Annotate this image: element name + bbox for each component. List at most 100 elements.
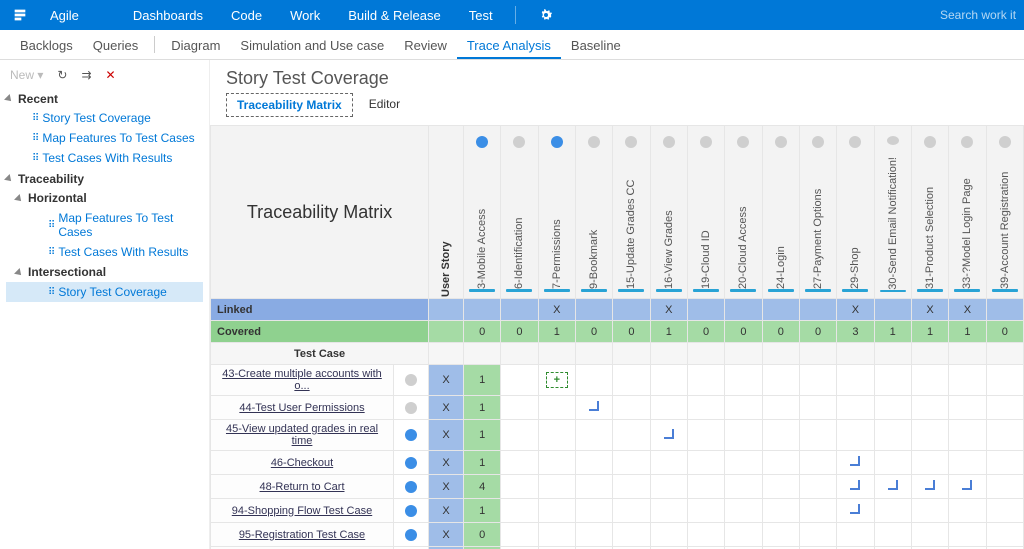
matrix-cell[interactable] bbox=[501, 523, 538, 547]
matrix-cell[interactable] bbox=[874, 396, 911, 420]
matrix-cell[interactable] bbox=[874, 499, 911, 523]
nav-build-release[interactable]: Build & Release bbox=[334, 0, 455, 30]
column-header[interactable]: 7-Permissions bbox=[538, 126, 575, 299]
matrix-cell[interactable] bbox=[986, 499, 1023, 523]
matrix-cell[interactable] bbox=[911, 475, 948, 499]
column-header[interactable]: 6-Identification bbox=[501, 126, 538, 299]
matrix-cell[interactable] bbox=[799, 523, 836, 547]
matrix-cell[interactable] bbox=[650, 396, 687, 420]
tree-item[interactable]: ⠿Test Cases With Results bbox=[6, 242, 203, 262]
matrix-cell[interactable]: + bbox=[538, 365, 575, 396]
matrix-cell[interactable] bbox=[538, 420, 575, 451]
matrix-cell[interactable] bbox=[725, 420, 762, 451]
matrix-cell[interactable] bbox=[762, 475, 799, 499]
matrix-cell[interactable] bbox=[687, 365, 724, 396]
matrix-cell[interactable] bbox=[799, 396, 836, 420]
matrix-cell[interactable] bbox=[725, 475, 762, 499]
matrix-cell[interactable] bbox=[874, 451, 911, 475]
column-header[interactable]: 39-Account Registration bbox=[986, 126, 1023, 299]
nav-work[interactable]: Work bbox=[276, 0, 334, 30]
nav-test[interactable]: Test bbox=[455, 0, 507, 30]
matrix-cell[interactable] bbox=[837, 499, 874, 523]
matrix-cell[interactable] bbox=[799, 451, 836, 475]
column-header[interactable]: 19-Cloud ID bbox=[687, 126, 724, 299]
stream-icon[interactable]: ⇉ bbox=[81, 68, 91, 82]
matrix-cell[interactable] bbox=[762, 396, 799, 420]
search-box[interactable] bbox=[938, 0, 1024, 30]
matrix-cell[interactable] bbox=[687, 420, 724, 451]
nav-code[interactable]: Code bbox=[217, 0, 276, 30]
matrix-cell[interactable] bbox=[575, 396, 612, 420]
matrix-cell[interactable] bbox=[911, 396, 948, 420]
matrix-cell[interactable] bbox=[501, 365, 538, 396]
matrix-cell[interactable] bbox=[911, 420, 948, 451]
matrix-cell[interactable] bbox=[874, 420, 911, 451]
matrix-cell[interactable] bbox=[650, 451, 687, 475]
matrix-cell[interactable] bbox=[986, 396, 1023, 420]
matrix-cell[interactable] bbox=[501, 396, 538, 420]
tree-item[interactable]: ⠿Test Cases With Results bbox=[6, 148, 203, 168]
hub-name[interactable]: Agile bbox=[40, 0, 119, 30]
tree-item[interactable]: ⠿Map Features To Test Cases bbox=[6, 208, 203, 242]
matrix-cell[interactable] bbox=[837, 451, 874, 475]
matrix-cell[interactable] bbox=[986, 475, 1023, 499]
matrix-cell[interactable] bbox=[837, 396, 874, 420]
matrix-cell[interactable] bbox=[762, 451, 799, 475]
test-case-row-label[interactable]: 43-Create multiple accounts with o... bbox=[211, 365, 394, 396]
matrix-cell[interactable] bbox=[949, 451, 986, 475]
column-header[interactable]: 16-View Grades bbox=[650, 126, 687, 299]
column-header[interactable]: 24-Login bbox=[762, 126, 799, 299]
matrix-cell[interactable] bbox=[874, 475, 911, 499]
column-header[interactable]: 29-Shop bbox=[837, 126, 874, 299]
matrix-cell[interactable] bbox=[501, 499, 538, 523]
matrix-cell[interactable] bbox=[538, 451, 575, 475]
matrix-cell[interactable] bbox=[762, 420, 799, 451]
matrix-cell[interactable] bbox=[725, 365, 762, 396]
subnav-review[interactable]: Review bbox=[394, 32, 457, 59]
matrix-cell[interactable] bbox=[799, 475, 836, 499]
matrix-cell[interactable] bbox=[687, 523, 724, 547]
test-case-row-label[interactable]: 44-Test User Permissions bbox=[211, 396, 394, 420]
subnav-trace-analysis[interactable]: Trace Analysis bbox=[457, 32, 561, 59]
matrix-cell[interactable] bbox=[538, 475, 575, 499]
matrix-cell[interactable] bbox=[837, 475, 874, 499]
test-case-row-label[interactable]: 46-Checkout bbox=[211, 451, 394, 475]
matrix-cell[interactable] bbox=[949, 523, 986, 547]
matrix-cell[interactable] bbox=[575, 475, 612, 499]
matrix-cell[interactable] bbox=[613, 420, 650, 451]
tree-node-intersectional[interactable]: Intersectional bbox=[6, 262, 203, 282]
column-header[interactable]: 33-?Model Login Page bbox=[949, 126, 986, 299]
tab-traceability-matrix[interactable]: Traceability Matrix bbox=[226, 93, 353, 117]
matrix-cell[interactable] bbox=[949, 420, 986, 451]
matrix-cell[interactable] bbox=[575, 499, 612, 523]
matrix-cell[interactable] bbox=[725, 451, 762, 475]
matrix-cell[interactable] bbox=[575, 420, 612, 451]
tab-editor[interactable]: Editor bbox=[359, 93, 410, 117]
matrix-cell[interactable] bbox=[650, 365, 687, 396]
matrix-cell[interactable] bbox=[986, 365, 1023, 396]
add-link-icon[interactable]: + bbox=[546, 372, 568, 388]
matrix-cell[interactable] bbox=[613, 499, 650, 523]
matrix-cell[interactable] bbox=[575, 365, 612, 396]
matrix-cell[interactable] bbox=[501, 475, 538, 499]
tree-item[interactable]: ⠿Story Test Coverage bbox=[6, 108, 203, 128]
matrix-cell[interactable] bbox=[575, 523, 612, 547]
matrix-cell[interactable] bbox=[762, 523, 799, 547]
matrix-cell[interactable] bbox=[538, 523, 575, 547]
tree-section-recent[interactable]: Recent bbox=[6, 88, 203, 108]
matrix-cell[interactable] bbox=[725, 523, 762, 547]
nav-dashboards[interactable]: Dashboards bbox=[119, 0, 217, 30]
app-logo[interactable] bbox=[0, 0, 40, 30]
search-input[interactable] bbox=[938, 7, 1018, 23]
matrix-cell[interactable] bbox=[986, 451, 1023, 475]
matrix-cell[interactable] bbox=[949, 365, 986, 396]
matrix-cell[interactable] bbox=[986, 523, 1023, 547]
matrix-cell[interactable] bbox=[650, 475, 687, 499]
matrix-cell[interactable] bbox=[949, 396, 986, 420]
subnav-diagram[interactable]: Diagram bbox=[161, 32, 230, 59]
column-header[interactable]: 3-Mobile Access bbox=[463, 126, 500, 299]
matrix-cell[interactable] bbox=[687, 396, 724, 420]
matrix-cell[interactable] bbox=[837, 365, 874, 396]
column-header[interactable]: 31-Product Selection bbox=[911, 126, 948, 299]
column-header[interactable]: 15-Update Grades CC bbox=[613, 126, 650, 299]
